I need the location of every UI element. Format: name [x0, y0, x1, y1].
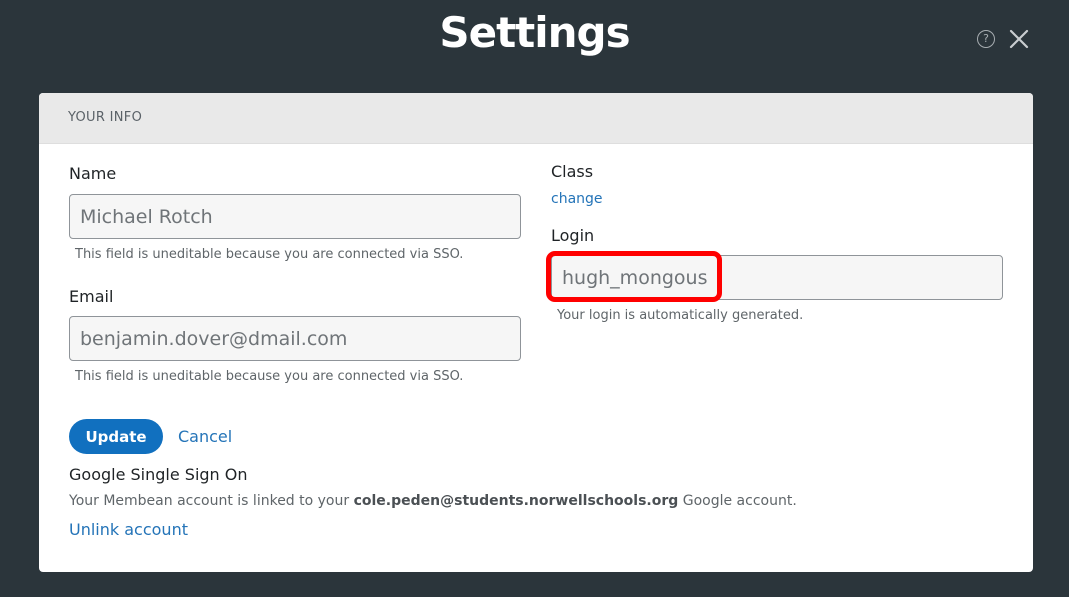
sso-account-email: cole.peden@students.norwellschools.org	[353, 493, 679, 509]
sso-description: Your Membean account is linked to your c…	[69, 493, 797, 509]
login-label: Login	[551, 226, 595, 245]
login-field[interactable]	[551, 255, 1003, 300]
top-bar: Settings ?	[0, 0, 1069, 86]
sso-text-suffix: Google account.	[678, 493, 797, 509]
help-icon[interactable]: ?	[977, 30, 995, 48]
email-hint: This field is uneditable because you are…	[75, 369, 464, 384]
class-label: Class	[551, 162, 594, 181]
sso-title: Google Single Sign On	[69, 465, 248, 484]
name-field[interactable]	[69, 194, 521, 239]
update-button[interactable]: Update	[69, 419, 163, 454]
email-field[interactable]	[69, 316, 521, 361]
section-title: YOUR INFO	[68, 110, 143, 125]
sso-text-prefix: Your Membean account is linked to your	[69, 493, 354, 509]
cancel-link[interactable]: Cancel	[178, 427, 232, 446]
name-hint: This field is uneditable because you are…	[75, 247, 464, 262]
class-change-link[interactable]: change	[551, 191, 603, 207]
close-icon[interactable]	[1008, 28, 1030, 50]
unlink-account-link[interactable]: Unlink account	[69, 520, 188, 539]
settings-card: YOUR INFO Name This field is uneditable …	[39, 93, 1033, 572]
login-hint: Your login is automatically generated.	[557, 308, 804, 323]
page-title: Settings	[439, 8, 630, 57]
card-header: YOUR INFO	[39, 93, 1033, 144]
email-label: Email	[69, 287, 114, 306]
name-label: Name	[69, 164, 117, 183]
